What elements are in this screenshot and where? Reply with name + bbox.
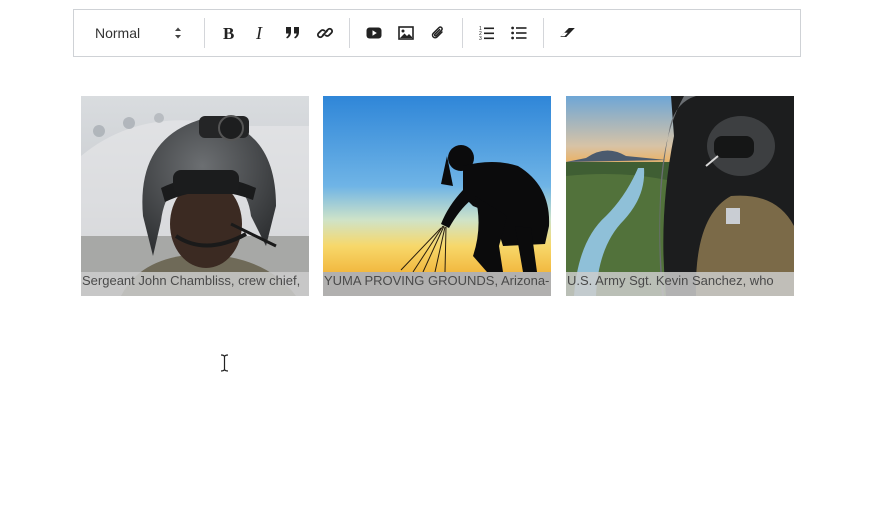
gallery-item[interactable]: U.S. Army Sgt. Kevin Sanchez, who: [566, 96, 794, 296]
bold-button[interactable]: B: [213, 18, 245, 48]
eraser-icon: [560, 28, 575, 37]
toolbar-separator: [543, 18, 544, 48]
gallery-caption: U.S. Army Sgt. Kevin Sanchez, who: [566, 272, 794, 296]
video-button[interactable]: [358, 18, 390, 48]
gallery-item[interactable]: YUMA PROVING GROUNDS, Arizona-: [323, 96, 551, 296]
gallery-image-helmet-soldier: [81, 96, 309, 296]
ordered-list-button[interactable]: 1 2 3: [471, 18, 503, 48]
svg-text:B: B: [223, 25, 234, 41]
attachment-button[interactable]: [422, 18, 454, 48]
gallery-item[interactable]: Sergeant John Chambliss, crew chief,: [81, 96, 309, 296]
ordered-list-icon: 1 2 3: [479, 26, 494, 41]
toolbar-separator: [204, 18, 205, 48]
list-group: 1 2 3: [471, 18, 535, 48]
link-button[interactable]: [309, 18, 341, 48]
gallery-image-helicopter-view: [566, 96, 794, 296]
select-arrows-icon: [175, 27, 181, 39]
bullet-list-icon: [511, 26, 527, 40]
editor-toolbar: Normal B I 1 2 3: [73, 9, 801, 57]
format-select[interactable]: Normal: [86, 18, 196, 48]
format-select-value: Normal: [95, 25, 141, 41]
gallery-caption: YUMA PROVING GROUNDS, Arizona-: [323, 272, 551, 296]
clear-group: [552, 18, 584, 48]
clear-format-button[interactable]: [552, 18, 584, 48]
svg-text:3: 3: [479, 36, 482, 41]
toolbar-separator: [349, 18, 350, 48]
gallery-image-sunset-silhouette: [323, 96, 551, 296]
media-group: [358, 18, 454, 48]
toolbar-separator: [462, 18, 463, 48]
bold-icon: B: [223, 25, 234, 41]
link-icon: [317, 27, 333, 39]
text-cursor-icon: [220, 354, 229, 372]
text-format-group: B I: [213, 18, 341, 48]
gallery-caption: Sergeant John Chambliss, crew chief,: [81, 272, 309, 296]
youtube-icon: [366, 27, 382, 39]
image-icon: [398, 26, 414, 40]
paperclip-icon: [431, 26, 443, 39]
image-gallery: Sergeant John Chambliss, crew chief, YUM…: [81, 96, 795, 296]
italic-icon: I: [255, 25, 263, 41]
bullet-list-button[interactable]: [503, 18, 535, 48]
italic-button[interactable]: I: [245, 18, 277, 48]
image-button[interactable]: [390, 18, 422, 48]
svg-text:I: I: [255, 25, 263, 41]
blockquote-button[interactable]: [277, 18, 309, 48]
quote-icon: [286, 27, 299, 39]
